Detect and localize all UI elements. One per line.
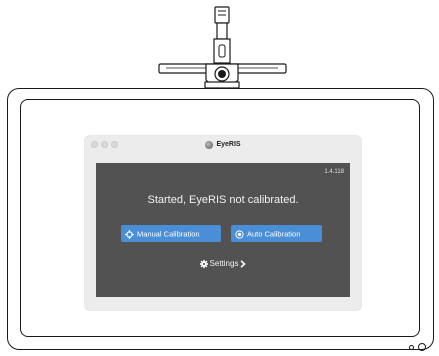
settings-link[interactable]: Settings <box>96 259 350 268</box>
version-label: 1.4.118 <box>324 169 344 175</box>
settings-label: Settings <box>209 259 239 269</box>
status-message: Started, EyeRIS not calibrated. <box>147 194 299 206</box>
auto-calibration-button[interactable]: Auto Calibration <box>231 225 322 242</box>
monitor-power-button[interactable] <box>418 343 426 351</box>
auto-calibration-label: Auto Calibration <box>247 229 301 239</box>
window-title-text: EyeRIS <box>216 141 241 148</box>
crosshair-icon <box>125 229 134 239</box>
target-icon <box>235 229 244 239</box>
eye-tracker-device <box>158 6 287 89</box>
monitor-indicator-light <box>409 345 414 350</box>
chevron-right-icon <box>240 260 247 268</box>
eyeris-app-window: EyeRIS 1.4.118 Started, EyeRIS not calib… <box>85 136 361 310</box>
window-titlebar: EyeRIS <box>85 136 361 154</box>
eyeris-app-icon <box>205 140 214 149</box>
window-title: EyeRIS <box>85 139 361 150</box>
manual-calibration-button[interactable]: Manual Calibration <box>121 225 221 242</box>
gear-icon <box>199 259 208 268</box>
app-content-panel: 1.4.118 Started, EyeRIS not calibrated. … <box>96 163 350 297</box>
manual-calibration-label: Manual Calibration <box>137 229 200 239</box>
